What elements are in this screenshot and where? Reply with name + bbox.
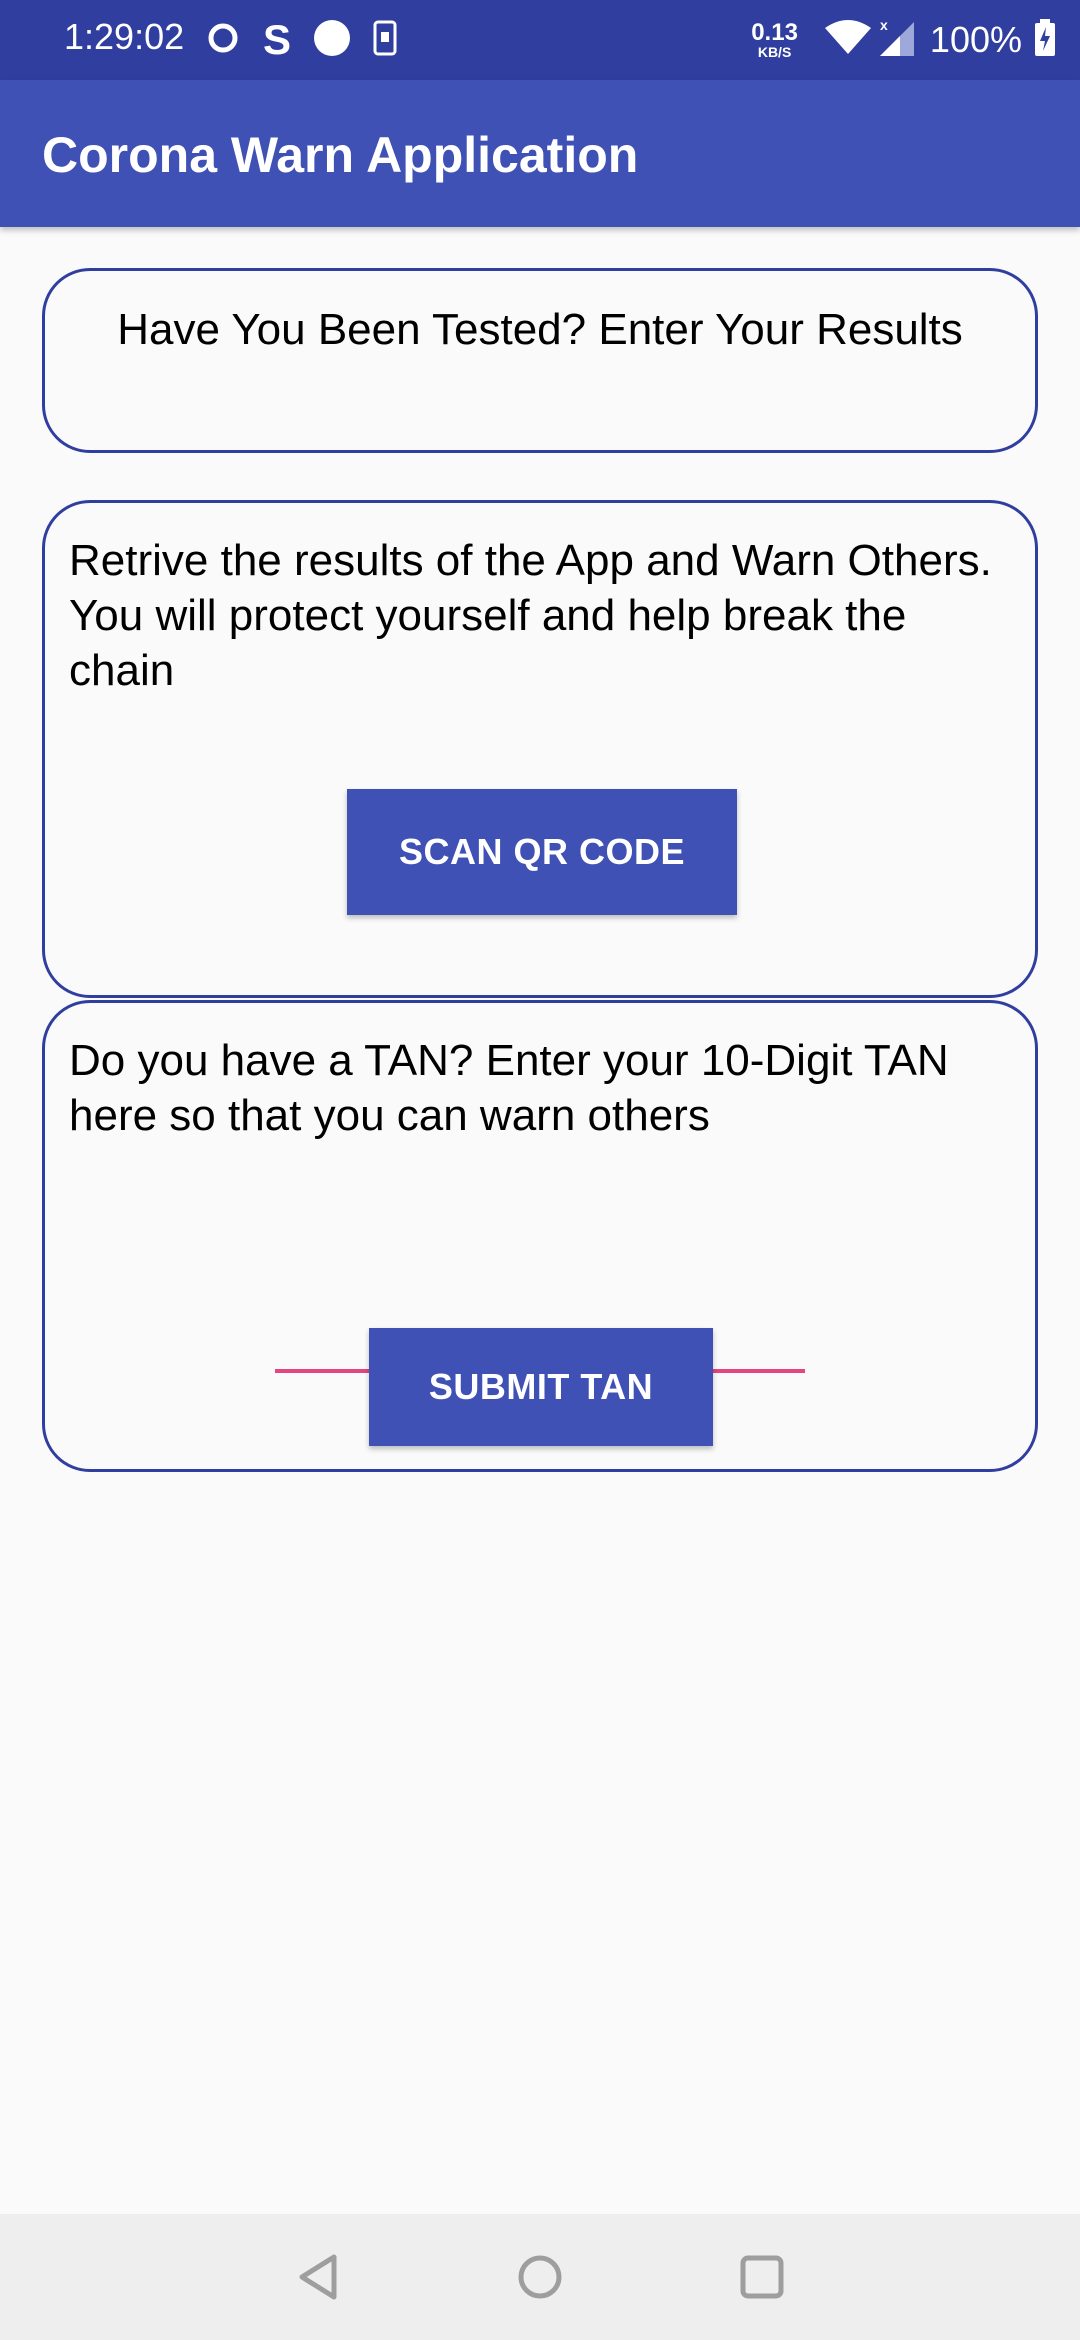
home-icon[interactable] — [515, 2252, 565, 2302]
app-toolbar: Corona Warn Application — [0, 80, 1080, 227]
qr-scan-card: Retrive the results of the App and Warn … — [42, 500, 1038, 998]
sync-icon — [205, 20, 241, 61]
navigation-bar — [0, 2214, 1080, 2340]
phone-notification-icon — [373, 20, 397, 61]
tan-card: Do you have a TAN? Enter your 10-Digit T… — [42, 1000, 1038, 1472]
system-status-icons: 0.13 KB/S x 100% — [751, 14, 1056, 66]
app-title: Corona Warn Application — [42, 127, 639, 183]
scan-qr-code-button[interactable]: SCAN QR CODE — [347, 789, 737, 915]
status-time: 1:29:02 — [64, 16, 185, 57]
battery-charging-icon — [1034, 18, 1056, 62]
notification-icons: S — [205, 16, 419, 64]
circle-notification-icon — [313, 19, 351, 62]
test-results-prompt: Have You Been Tested? Enter Your Results — [117, 305, 963, 354]
qr-card-description: Retrive the results of the App and Warn … — [69, 536, 992, 695]
wifi-icon — [824, 19, 872, 61]
test-results-card[interactable]: Have You Been Tested? Enter Your Results — [42, 268, 1038, 453]
recents-icon[interactable] — [737, 2252, 787, 2302]
status-bar: 1:29:02 S 0.13 KB/S x 100% — [0, 0, 1080, 80]
back-icon[interactable] — [296, 2252, 346, 2302]
s-app-icon: S — [263, 16, 292, 63]
submit-tan-button[interactable]: SUBMIT TAN — [369, 1328, 713, 1446]
cellular-signal-icon: x — [876, 17, 916, 63]
tan-card-description: Do you have a TAN? Enter your 10-Digit T… — [69, 1036, 949, 1140]
network-speed: 0.13 KB/S — [751, 19, 798, 60]
battery-percentage: 100% — [929, 19, 1022, 60]
svg-text:x: x — [880, 18, 888, 33]
